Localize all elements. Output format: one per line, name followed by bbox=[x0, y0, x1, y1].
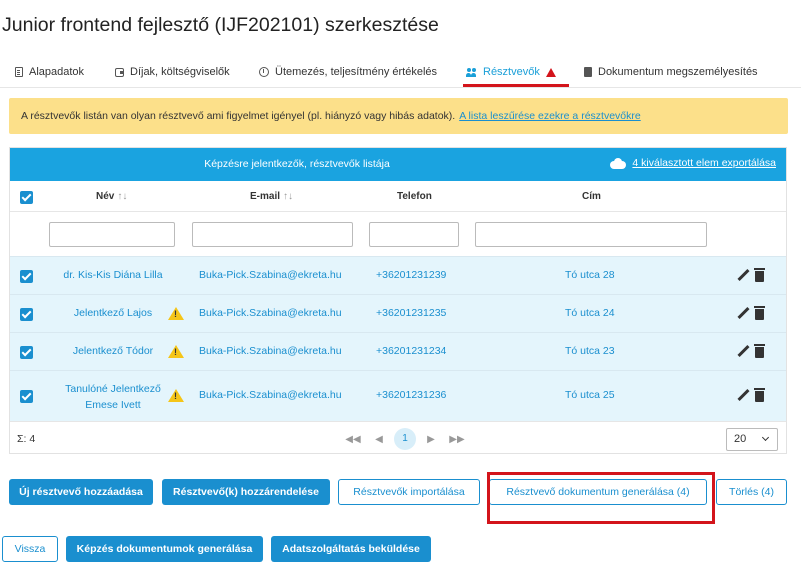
table-row[interactable]: dr. Kis-Kis Diána Lilla Buka-Pick.Szabin… bbox=[10, 256, 786, 294]
cloud-download-icon bbox=[610, 157, 627, 169]
participant-name[interactable]: Jelentkező Lajos bbox=[50, 307, 176, 319]
last-page-icon[interactable]: ▶▶ bbox=[444, 434, 470, 445]
participants-grid: Képzésre jelentkezők, résztvevők listája… bbox=[9, 147, 787, 454]
tab-utemezes[interactable]: Ütemezés, teljesítmény értékelés bbox=[259, 58, 437, 86]
grid-title: Képzésre jelentkezők, résztvevők listája bbox=[204, 158, 390, 170]
trash-icon[interactable] bbox=[754, 268, 765, 282]
warning-alert: A résztvevők listán van olyan résztvevő … bbox=[9, 98, 788, 134]
pencil-icon[interactable] bbox=[737, 389, 749, 401]
email-filter-input[interactable] bbox=[192, 222, 353, 247]
select-all-checkbox[interactable] bbox=[20, 191, 33, 204]
filter-link[interactable]: A lista leszűrése ezekre a résztvevőkre bbox=[459, 110, 641, 122]
filter-row bbox=[10, 211, 786, 256]
participant-email: Buka-Pick.Szabina@ekreta.hu bbox=[199, 389, 342, 401]
warning-icon bbox=[168, 307, 184, 320]
page-title: Junior frontend fejlesztő (IJF202101) sz… bbox=[2, 14, 439, 36]
book-icon bbox=[584, 67, 592, 77]
document-icon bbox=[15, 67, 23, 77]
tab-label: Dokumentum megszemélyesítés bbox=[598, 66, 758, 78]
row-checkbox[interactable] bbox=[20, 346, 33, 359]
wallet-icon bbox=[115, 67, 124, 77]
export-button[interactable]: 4 kiválasztott elem exportálása bbox=[610, 157, 776, 169]
first-page-icon[interactable]: ◀◀ bbox=[340, 434, 366, 445]
phone-filter-input[interactable] bbox=[369, 222, 459, 247]
participant-address: Tó utca 25 bbox=[565, 389, 615, 401]
participant-name[interactable]: Jelentkező Tódor bbox=[50, 345, 176, 357]
back-button[interactable]: Vissza bbox=[2, 536, 58, 562]
row-count: Σ: 4 bbox=[17, 433, 36, 445]
column-header-email[interactable]: E-mail ↑↓ bbox=[250, 191, 293, 202]
chevron-down-icon bbox=[761, 433, 770, 442]
row-checkbox[interactable] bbox=[20, 270, 33, 283]
warning-icon bbox=[545, 67, 556, 77]
submit-data-button[interactable]: Adatszolgáltatás beküldése bbox=[271, 536, 431, 562]
row-checkbox[interactable] bbox=[20, 308, 33, 321]
tab-label: Ütemezés, teljesítmény értékelés bbox=[275, 66, 438, 78]
generate-course-documents-button[interactable]: Képzés dokumentumok generálása bbox=[66, 536, 263, 562]
prev-page-icon[interactable]: ◀ bbox=[366, 434, 392, 445]
participant-email: Buka-Pick.Szabina@ekreta.hu bbox=[199, 269, 342, 281]
table-row[interactable]: Tanulóné JelentkezőEmese Ivett Buka-Pick… bbox=[10, 370, 786, 421]
warning-icon bbox=[168, 345, 184, 358]
grid-footer: Σ: 4 ◀◀ ◀ 1 ▶ ▶▶ 20 bbox=[10, 421, 786, 454]
tab-label: Alapadatok bbox=[29, 66, 85, 78]
export-label: 4 kiválasztott elem exportálása bbox=[632, 157, 776, 169]
participant-name[interactable]: Tanulóné Jelentkező Emese Ivett bbox=[50, 381, 176, 413]
participant-address: Tó utca 28 bbox=[565, 269, 615, 281]
tab-label: Díjak, költségviselők bbox=[130, 66, 230, 78]
participant-phone: +36201231235 bbox=[376, 307, 447, 319]
trash-icon[interactable] bbox=[754, 388, 765, 402]
sort-icon: ↑↓ bbox=[117, 191, 128, 202]
column-headers: Név ↑↓ E-mail ↑↓ Telefon Cím bbox=[10, 181, 786, 211]
delete-button[interactable]: Törlés (4) bbox=[716, 479, 787, 505]
participant-address: Tó utca 23 bbox=[565, 345, 615, 357]
pencil-icon[interactable] bbox=[737, 269, 749, 281]
trash-icon[interactable] bbox=[754, 344, 765, 358]
import-participants-button[interactable]: Résztvevők importálása bbox=[338, 479, 480, 505]
people-icon bbox=[466, 67, 477, 77]
tab-dijak[interactable]: Díjak, költségviselők bbox=[115, 58, 230, 86]
participant-phone: +36201231236 bbox=[376, 389, 447, 401]
grid-header: Képzésre jelentkezők, résztvevők listája… bbox=[10, 148, 786, 181]
address-filter-input[interactable] bbox=[475, 222, 707, 247]
tab-bar: Alapadatok Díjak, költségviselők Ütemezé… bbox=[0, 58, 801, 86]
tab-alapadatok[interactable]: Alapadatok bbox=[15, 58, 84, 86]
tab-label: Résztvevők bbox=[483, 66, 540, 78]
tab-dokumentum[interactable]: Dokumentum megszemélyesítés bbox=[584, 58, 758, 86]
participant-email: Buka-Pick.Szabina@ekreta.hu bbox=[199, 345, 342, 357]
participant-email: Buka-Pick.Szabina@ekreta.hu bbox=[199, 307, 342, 319]
participant-phone: +36201231239 bbox=[376, 269, 447, 281]
highlight-box bbox=[487, 472, 715, 524]
table-row[interactable]: Jelentkező Lajos Buka-Pick.Szabina@ekret… bbox=[10, 294, 786, 332]
alert-text: A résztvevők listán van olyan résztvevő … bbox=[21, 110, 456, 122]
sort-icon: ↑↓ bbox=[283, 191, 294, 202]
column-header-address: Cím bbox=[582, 191, 601, 202]
column-header-phone: Telefon bbox=[397, 191, 432, 202]
page-size-select[interactable]: 20 bbox=[726, 428, 778, 451]
next-page-icon[interactable]: ▶ bbox=[418, 434, 444, 445]
pencil-icon[interactable] bbox=[737, 345, 749, 357]
tab-divider bbox=[0, 87, 801, 88]
paginator: ◀◀ ◀ 1 ▶ ▶▶ bbox=[340, 428, 470, 450]
column-header-name[interactable]: Név ↑↓ bbox=[96, 191, 127, 202]
warning-icon bbox=[168, 389, 184, 402]
row-checkbox[interactable] bbox=[20, 390, 33, 403]
table-row[interactable]: Jelentkező Tódor Buka-Pick.Szabina@ekret… bbox=[10, 332, 786, 370]
tab-resztvevok[interactable]: Résztvevők bbox=[466, 58, 556, 86]
trash-icon[interactable] bbox=[754, 306, 765, 320]
participant-name[interactable]: dr. Kis-Kis Diána Lilla bbox=[50, 269, 176, 281]
add-participant-button[interactable]: Új résztvevő hozzáadása bbox=[9, 479, 153, 505]
current-page[interactable]: 1 bbox=[394, 428, 416, 450]
participant-phone: +36201231234 bbox=[376, 345, 447, 357]
participant-address: Tó utca 24 bbox=[565, 307, 615, 319]
name-filter-input[interactable] bbox=[49, 222, 175, 247]
assign-participants-button[interactable]: Résztvevő(k) hozzárendelése bbox=[162, 479, 330, 505]
clock-icon bbox=[259, 67, 269, 77]
pencil-icon[interactable] bbox=[737, 307, 749, 319]
